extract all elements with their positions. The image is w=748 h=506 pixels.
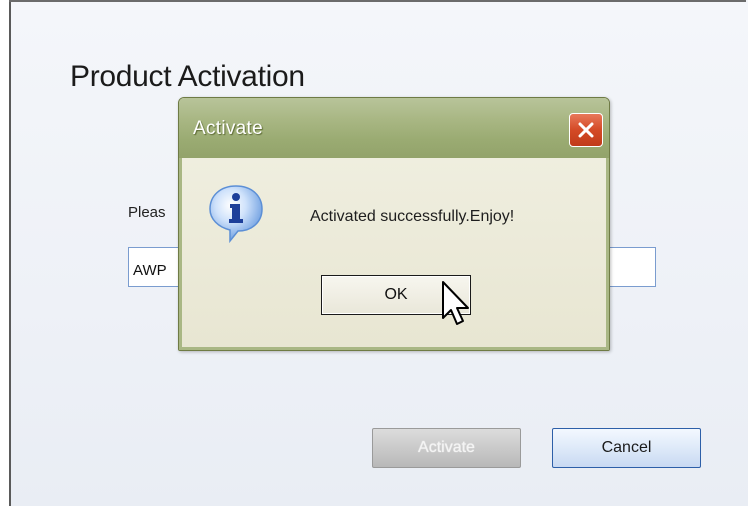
key-prompt-label: Pleas [128,204,166,221]
activate-button-label: Activate [418,439,475,456]
close-button[interactable] [569,113,603,147]
dialog-title: Activate [193,118,263,139]
window-border [9,0,746,2]
cancel-button-label: Cancel [601,439,652,456]
close-icon [578,122,594,138]
dialog-message: Activated successfully.Enjoy! [310,208,515,225]
ok-button-label: OK [384,286,408,303]
activate-button: Activate [372,428,521,468]
dialog-titlebar[interactable]: Activate [179,98,609,159]
page-title: Product Activation [70,60,305,93]
activate-dialog: Activate Activated successfully.Enjoy! O… [178,97,610,351]
dialog-body: Activated successfully.Enjoy! OK [179,158,609,350]
mouse-cursor-icon [442,281,469,325]
cancel-button[interactable]: Cancel [552,428,701,468]
info-icon [209,185,263,244]
